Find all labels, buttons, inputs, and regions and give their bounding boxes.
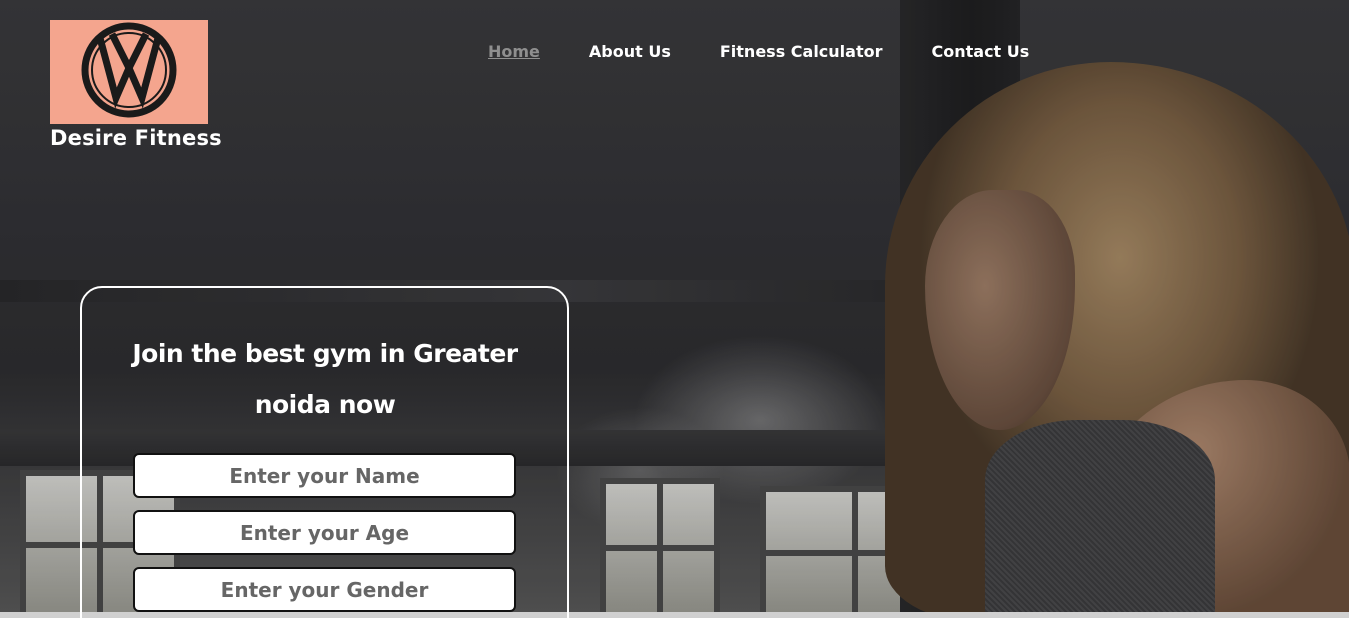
name-input[interactable] <box>133 453 516 498</box>
home-page: Desire Fitness Home About Us Fitness Cal… <box>0 0 1349 618</box>
main-nav: Home About Us Fitness Calculator Contact… <box>488 42 1078 61</box>
nav-about-us-link[interactable]: About Us <box>589 42 671 61</box>
vw-emblem-icon <box>81 22 177 118</box>
nav-contact-us-link[interactable]: Contact Us <box>932 42 1030 61</box>
brand-name: Desire Fitness <box>50 126 222 150</box>
age-input[interactable] <box>133 510 516 555</box>
join-form-title: Join the best gym in Greater noida now <box>132 339 518 419</box>
gender-input[interactable] <box>133 567 516 612</box>
nav-home-link[interactable]: Home <box>488 42 540 61</box>
nav-fitness-calculator-link[interactable]: Fitness Calculator <box>720 42 883 61</box>
brand-logo[interactable] <box>50 20 208 124</box>
